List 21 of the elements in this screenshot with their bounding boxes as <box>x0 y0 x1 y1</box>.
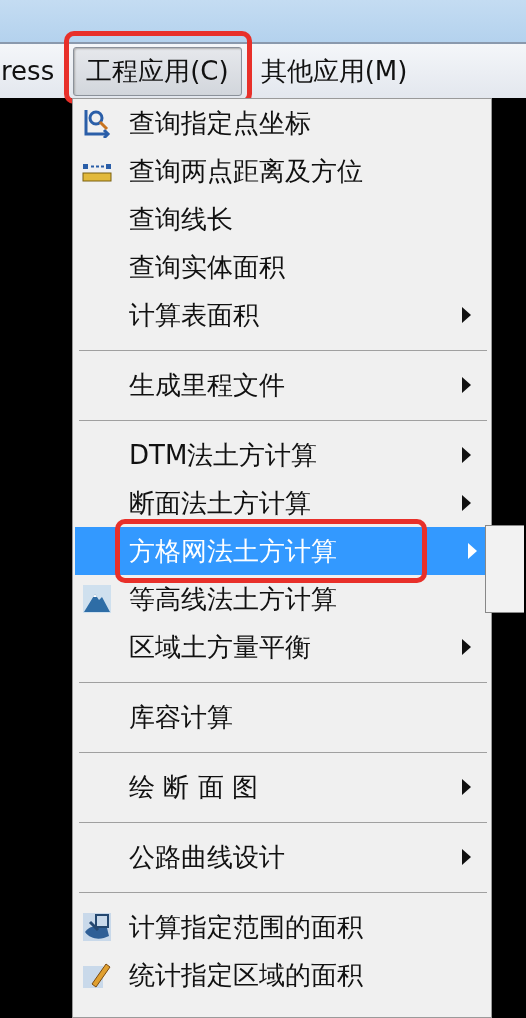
menu-item[interactable]: 生成里程文件 <box>75 361 485 409</box>
mountain-icon <box>82 584 112 614</box>
menu-item[interactable]: 库容计算 <box>75 693 485 741</box>
menu-bar-item[interactable]: ress <box>0 49 68 93</box>
menu-item[interactable]: 等高线法土方计算 <box>75 575 485 623</box>
menu-item[interactable]: 公路曲线设计 <box>75 833 485 881</box>
coordinate-icon <box>82 108 112 138</box>
menu-item[interactable]: 查询指定点坐标 <box>75 99 485 147</box>
menu-item[interactable]: 查询两点距离及方位 <box>75 147 485 195</box>
menu-item[interactable]: 绘 断 面 图 <box>75 763 485 811</box>
menu-item[interactable]: 区域土方量平衡 <box>75 623 485 671</box>
menu-item[interactable]: 计算表面积 <box>75 291 485 339</box>
menu-item[interactable]: 计算指定范围的面积 <box>75 903 485 951</box>
menu-item[interactable]: 查询实体面积 <box>75 243 485 291</box>
menu-bar-item[interactable]: 其他应用(M) <box>247 46 421 96</box>
menu-item[interactable]: 断面法土方计算 <box>75 479 485 527</box>
menu-item[interactable]: DTM法土方计算 <box>75 431 485 479</box>
menu-item[interactable]: 查询线长 <box>75 195 485 243</box>
area-tool-icon <box>82 912 112 942</box>
menu-item[interactable]: 统计指定区域的面积 <box>75 951 485 999</box>
menu-bar-item[interactable]: 工程应用(C) <box>73 46 242 96</box>
